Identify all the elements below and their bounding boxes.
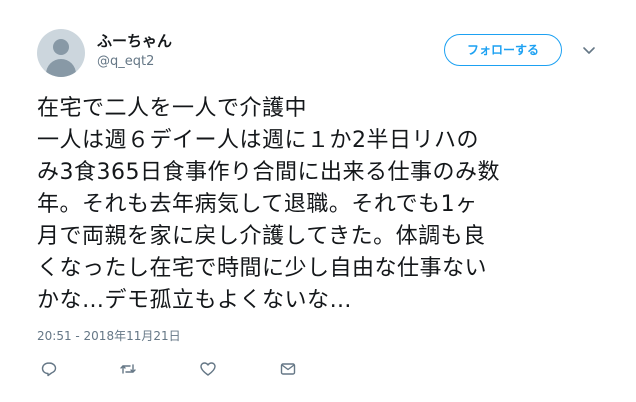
reply-icon — [41, 362, 57, 377]
chevron-down-icon-graphic — [583, 47, 595, 54]
tweet-card: ふーちゃん @q_eqt2 フォローする 在宅で二人を一人で介護中 一人は週６デ… — [0, 0, 636, 402]
avatar[interactable] — [37, 29, 85, 77]
retweet-icon — [120, 364, 136, 374]
user-handle[interactable]: @q_eqt2 — [97, 53, 154, 71]
follow-button[interactable]: フォローする — [444, 34, 562, 66]
avatar-head-shape — [53, 39, 69, 55]
avatar-shoulders-shape — [46, 59, 76, 77]
tweet-timestamp[interactable]: 20:51 - 2018年11月21日 — [37, 328, 181, 344]
mail-icon — [280, 363, 296, 375]
display-name[interactable]: ふーちゃん — [97, 31, 172, 51]
like-button[interactable] — [199, 360, 217, 378]
chevron-down-icon[interactable] — [580, 41, 598, 59]
reply-button[interactable] — [40, 360, 58, 378]
message-button[interactable] — [279, 360, 297, 378]
heart-icon — [200, 362, 216, 376]
retweet-button[interactable] — [119, 360, 137, 378]
tweet-text: 在宅で二人を一人で介護中 一人は週６デイー人は週に１か2半日リハの み3食365… — [37, 96, 500, 313]
